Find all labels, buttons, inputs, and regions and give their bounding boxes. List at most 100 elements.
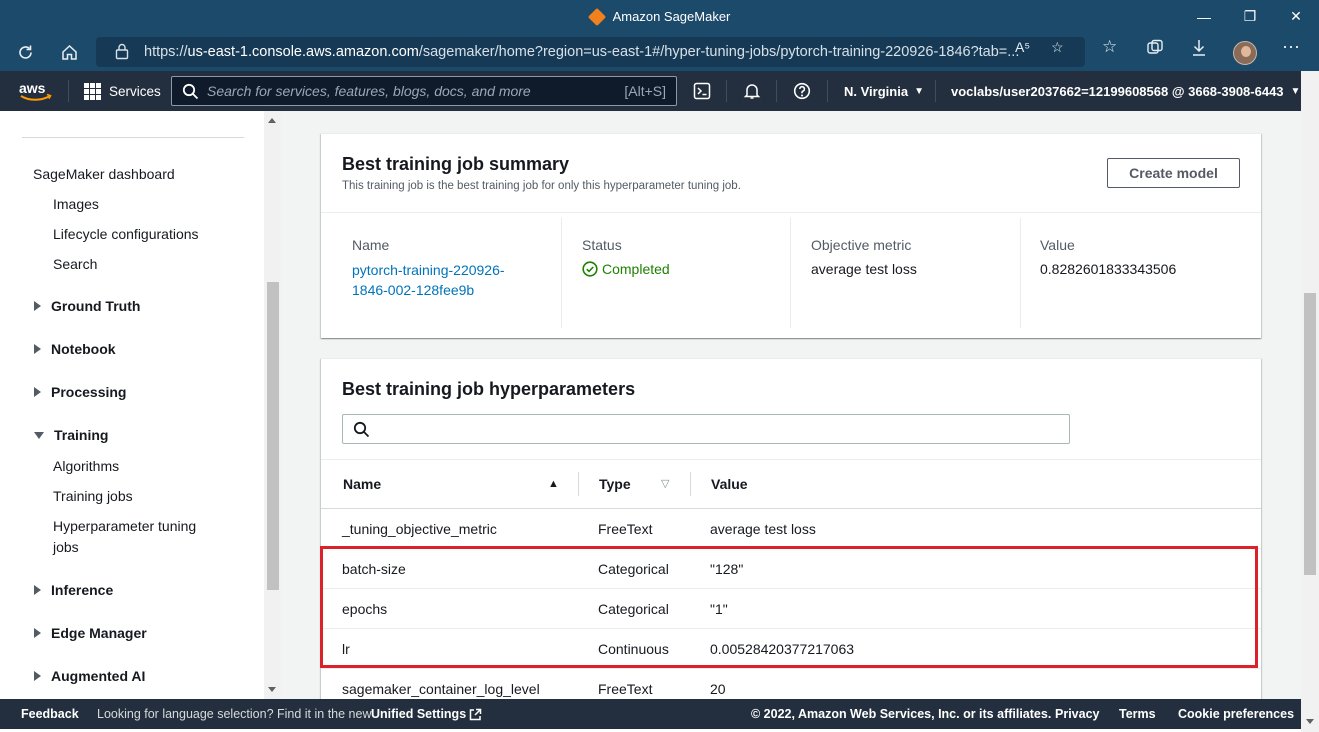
best-training-job-summary-panel: Best training job summary This training … xyxy=(321,133,1261,338)
sidebar-scroll-thumb[interactable] xyxy=(267,282,279,590)
best-training-job-link[interactable]: pytorch-training-220926- 1846-002-128fee… xyxy=(352,260,505,300)
row-2-name: epochs xyxy=(342,601,388,617)
row-0-type: FreeText xyxy=(598,521,653,537)
search-placeholder: Search for services, features, blogs, do… xyxy=(207,83,531,99)
svg-text:aws: aws xyxy=(19,80,46,96)
summary-title: Best training job summary xyxy=(342,154,570,174)
downloads-icon[interactable] xyxy=(1191,39,1207,60)
sidebar-section-training[interactable]: Training xyxy=(34,427,108,443)
search-shortcut: [Alt+S] xyxy=(624,83,666,99)
page-scrollbar[interactable] xyxy=(1301,71,1319,732)
row-4-value: 20 xyxy=(710,681,726,697)
account-menu[interactable]: voclabs/user2037662=12199608568 @ 3668-3… xyxy=(951,71,1300,111)
summary-description: This training job is the best training j… xyxy=(342,180,741,192)
browser-toolbar: https://us-east-1.console.aws.amazon.com… xyxy=(0,33,1319,71)
favorites-icon[interactable]: ☆ xyxy=(1102,37,1117,57)
objective-value: 0.8282601833343506 xyxy=(1040,261,1177,277)
notifications-bell-icon[interactable] xyxy=(742,71,762,111)
sidebar-divider xyxy=(22,137,244,138)
services-menu[interactable]: Services xyxy=(84,71,161,111)
favorite-add-icon[interactable]: ☆ xyxy=(1051,39,1064,56)
page-scroll-thumb[interactable] xyxy=(1304,293,1316,575)
section-label: Processing xyxy=(51,384,127,400)
read-aloud-icon[interactable]: A⁵ xyxy=(1015,39,1030,55)
aws-search-input[interactable]: Search for services, features, blogs, do… xyxy=(171,76,677,106)
row-3-name: lr xyxy=(342,641,350,657)
sidebar-item-lifecycle-configurations[interactable]: Lifecycle configurations xyxy=(53,226,199,242)
column-header-type[interactable]: Type xyxy=(599,476,631,492)
copyright-text: © 2022, Amazon Web Services, Inc. or its… xyxy=(751,707,1052,721)
scroll-down-icon[interactable] xyxy=(268,687,276,692)
help-icon[interactable] xyxy=(792,71,812,111)
services-label: Services xyxy=(109,83,161,99)
job-name-line: 1846-002-128fee9b xyxy=(352,282,475,298)
url-path: /sagemaker/home?region=us-east-1#/hyper-… xyxy=(418,44,1020,60)
section-label: Training xyxy=(54,427,109,443)
row-1-name: batch-size xyxy=(342,561,406,577)
aws-logo-icon[interactable]: aws xyxy=(18,80,54,102)
sidebar-item-training-jobs[interactable]: Training jobs xyxy=(53,488,133,504)
caret-down-icon xyxy=(34,431,44,439)
sidebar-item-hyperparameter-tuning-jobs[interactable]: Hyperparameter tuning jobs xyxy=(53,518,196,555)
minimize-icon[interactable]: — xyxy=(1181,0,1227,33)
feedback-link[interactable]: Feedback xyxy=(21,699,79,729)
column-header-name[interactable]: Name xyxy=(343,476,381,492)
sidebar-item-algorithms[interactable]: Algorithms xyxy=(53,458,119,474)
aws-top-nav: aws Services Search for services, featur… xyxy=(0,71,1301,111)
sort-unsorted-icon[interactable]: ▽ xyxy=(661,477,669,490)
status-label: Status xyxy=(582,237,622,253)
refresh-icon[interactable] xyxy=(8,33,42,71)
status-badge: Completed xyxy=(582,261,670,277)
sagemaker-sidebar: SageMaker dashboard Images Lifecycle con… xyxy=(0,111,264,699)
terms-link[interactable]: Terms xyxy=(1119,699,1156,729)
search-icon xyxy=(353,421,370,441)
cloudshell-icon[interactable] xyxy=(692,71,712,111)
caret-right-icon xyxy=(34,628,41,638)
url-prefix: https:// xyxy=(144,44,188,60)
collections-icon[interactable] xyxy=(1146,39,1164,60)
row-2-value: "1" xyxy=(710,601,728,617)
row-1-value: "128" xyxy=(710,561,744,577)
scroll-down-icon[interactable] xyxy=(1306,719,1314,724)
sort-ascending-icon[interactable]: ▲ xyxy=(548,478,559,490)
region-selector[interactable]: N. Virginia ▼ xyxy=(844,71,924,111)
objective-metric-value: average test loss xyxy=(811,261,917,277)
browser-title-bar: Amazon SageMaker — ❐ ✕ xyxy=(0,0,1319,33)
sidebar-item-label: jobs xyxy=(53,539,79,555)
address-bar[interactable]: https://us-east-1.console.aws.amazon.com… xyxy=(96,37,1085,67)
sidebar-section-ground-truth[interactable]: Ground Truth xyxy=(34,298,140,314)
window-title-text: Amazon SageMaker xyxy=(612,9,731,24)
profile-avatar[interactable] xyxy=(1233,41,1257,65)
restore-icon[interactable]: ❐ xyxy=(1227,0,1273,33)
check-circle-icon xyxy=(582,261,598,277)
privacy-link[interactable]: Privacy xyxy=(1055,699,1099,729)
sidebar-section-inference[interactable]: Inference xyxy=(34,582,113,598)
section-label: Notebook xyxy=(51,341,116,357)
column-header-value[interactable]: Value xyxy=(711,476,748,492)
row-0-value: average test loss xyxy=(710,521,816,537)
sidebar-item-dashboard[interactable]: SageMaker dashboard xyxy=(33,166,175,182)
sidebar-scrollbar[interactable] xyxy=(264,111,281,699)
caret-right-icon xyxy=(34,387,41,397)
sidebar-item-images[interactable]: Images xyxy=(53,196,99,212)
hyperparameters-title: Best training job hyperparameters xyxy=(342,379,636,399)
sidebar-section-augmented-ai[interactable]: Augmented AI xyxy=(34,668,145,684)
language-selection-text: Looking for language selection? Find it … xyxy=(97,707,372,721)
close-icon[interactable]: ✕ xyxy=(1273,0,1319,33)
caret-right-icon xyxy=(34,344,41,354)
sidebar-item-search[interactable]: Search xyxy=(53,256,97,272)
unified-settings-link[interactable]: Unified Settings xyxy=(371,699,482,729)
row-3-value: 0.00528420377217063 xyxy=(710,641,855,657)
main-content: Best training job summary This training … xyxy=(281,111,1301,699)
cookie-preferences-link[interactable]: Cookie preferences xyxy=(1178,699,1294,729)
sidebar-section-processing[interactable]: Processing xyxy=(34,384,126,400)
row-1-type: Categorical xyxy=(598,561,669,577)
sidebar-section-edge-manager[interactable]: Edge Manager xyxy=(34,625,147,641)
home-icon[interactable] xyxy=(52,33,86,71)
sidebar-section-notebook[interactable]: Notebook xyxy=(34,341,116,357)
caret-down-icon: ▼ xyxy=(914,85,924,97)
hyperparameters-search-input[interactable] xyxy=(342,414,1070,444)
more-menu-icon[interactable]: ⋯ xyxy=(1282,37,1300,58)
create-model-button[interactable]: Create model xyxy=(1107,158,1240,188)
scroll-up-icon[interactable] xyxy=(268,118,276,123)
